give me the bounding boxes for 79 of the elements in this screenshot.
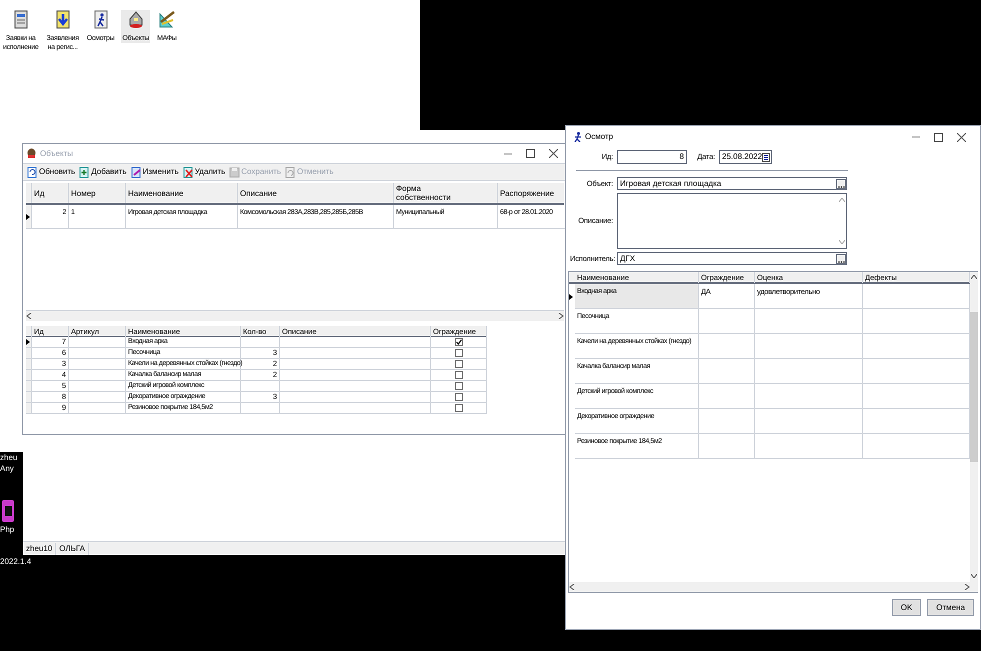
window-title: Объекты (40, 148, 73, 160)
status-text: ОЛЬГА (56, 542, 90, 554)
horizontal-scrollbar[interactable] (26, 311, 564, 321)
checkbox[interactable] (454, 404, 462, 412)
checkbox[interactable] (454, 393, 462, 401)
table-cell (699, 309, 755, 334)
row-pointer-icon (26, 339, 30, 345)
table-cell (69, 359, 126, 370)
dialog-button[interactable]: OK (892, 599, 922, 616)
table-cell (69, 403, 126, 414)
description-field[interactable] (617, 193, 847, 249)
row-pointer-icon (26, 214, 30, 220)
desktop-label: Php (0, 524, 14, 535)
close-icon (549, 149, 558, 158)
calendar-icon (762, 152, 770, 162)
column-header: Наименование (126, 183, 238, 203)
window-title: Осмотр (585, 131, 614, 143)
checkbox[interactable] (454, 338, 462, 346)
date-field[interactable]: 25.08.2022 (719, 150, 772, 164)
scroll-left-icon (26, 313, 32, 319)
close-icon (957, 132, 966, 142)
add-document-icon (79, 166, 90, 178)
desktop-label: zheu (0, 452, 18, 463)
scroll-down-icon (971, 574, 977, 578)
table-cell (699, 359, 755, 384)
toolbar-button[interactable]: Изменить (130, 166, 179, 178)
desktop-label: 2022.1.4 (0, 557, 32, 567)
column-header: Ид (32, 183, 69, 203)
refresh-icon (27, 166, 38, 178)
table-cell (241, 381, 280, 392)
scroll-left-icon (569, 584, 575, 590)
document-icon (12, 10, 30, 29)
delete-icon (182, 166, 194, 178)
object-field[interactable]: Игровая детская площадка (617, 177, 847, 190)
horizontal-scrollbar[interactable] (569, 582, 970, 592)
checkbox[interactable] (454, 349, 462, 357)
table-cell (69, 337, 126, 348)
checkbox[interactable] (454, 371, 462, 379)
table-cell (241, 403, 280, 414)
scroll-up-icon (971, 275, 977, 279)
column-header: Форма собственности (394, 183, 498, 203)
table-cell (699, 409, 755, 434)
scroll-right-icon (558, 313, 564, 319)
maximize-icon (934, 132, 943, 142)
scroll-up-icon (838, 198, 844, 202)
toolbar-button[interactable]: Удалить (182, 166, 226, 178)
toolbar-button[interactable]: Добавить (79, 166, 127, 178)
dialog-button[interactable]: Отмена (927, 599, 974, 616)
table-cell (699, 384, 755, 409)
ellipsis-button[interactable] (836, 178, 846, 188)
table-cell (69, 348, 126, 359)
checkbox[interactable] (454, 360, 462, 368)
scroll-down-icon (838, 240, 844, 244)
toolbar-button[interactable]: Обновить (27, 166, 76, 178)
vertical-scrollbar[interactable] (970, 272, 978, 592)
status-text: zheu10 (23, 542, 56, 554)
table-cell (69, 381, 126, 392)
ellipsis-button[interactable] (836, 254, 846, 264)
table-cell (69, 370, 126, 381)
walking-figure-icon (574, 132, 582, 142)
desktop-label: Any (0, 463, 14, 474)
executor-field[interactable]: ДГХ (617, 252, 847, 265)
scroll-right-icon (964, 584, 970, 590)
scroll-thumb[interactable] (970, 312, 978, 462)
id-field[interactable]: 8 (617, 150, 687, 164)
table-cell (241, 337, 280, 348)
walking-figure-icon (92, 10, 110, 29)
checkbox[interactable] (454, 382, 462, 390)
column-header: Описание (238, 183, 394, 203)
maximize-icon (526, 149, 535, 158)
column-header: Номер (69, 183, 126, 203)
triangle-ruler-icon (158, 10, 176, 29)
table-cell (699, 434, 755, 459)
app-icon (0, 500, 14, 524)
undo-icon (285, 166, 296, 178)
edit-document-icon (130, 166, 142, 178)
row-pointer-icon (569, 294, 573, 300)
table-cell (699, 334, 755, 359)
table-cell (69, 392, 126, 403)
